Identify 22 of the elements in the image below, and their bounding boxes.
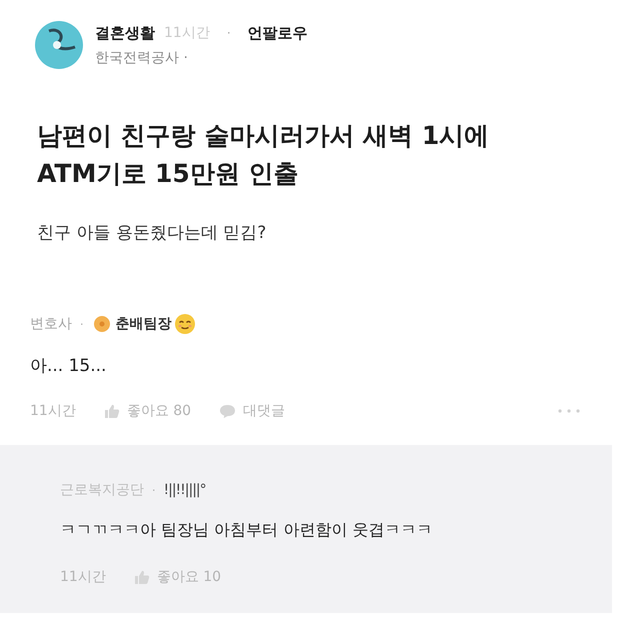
- commenter-affiliation: 변호사: [30, 315, 72, 333]
- separator-dot: ·: [152, 484, 156, 496]
- post-body: 친구 아들 용돈줬다는데 믿김?: [37, 222, 268, 245]
- speech-bubble-icon: [219, 404, 236, 418]
- unfollow-button[interactable]: 언팔로우: [248, 24, 308, 42]
- thumbs-up-icon: [134, 569, 150, 585]
- avatar-icon: [35, 21, 83, 69]
- thumbs-up-icon: [104, 403, 120, 419]
- post-title: 남편이 친구랑 술마시러가서 새벽 1시에 ATM기로 15만원 인출: [37, 120, 490, 190]
- more-options-icon[interactable]: [558, 409, 580, 413]
- separator-dot: ·: [226, 26, 231, 40]
- comment-time: 11시간: [30, 402, 76, 420]
- comment-text: 아... 15...: [30, 355, 108, 378]
- author-affiliation: 한국전력공사 ·: [95, 48, 189, 66]
- badge-icon: [94, 316, 110, 332]
- comment-text: ㅋㄱㄲㅋㅋ아 팀장님 아침부터 아련함이 웃겹ㅋㅋㅋ: [60, 519, 434, 541]
- commenter-name[interactable]: !||!!||||°: [164, 482, 206, 498]
- comment-time: 11시간: [60, 568, 106, 586]
- separator-dot: ·: [80, 318, 84, 330]
- smiling-face-icon: [174, 314, 194, 334]
- commenter-name[interactable]: 춘배팀장: [116, 315, 172, 333]
- author-name[interactable]: 결혼생활: [95, 24, 155, 42]
